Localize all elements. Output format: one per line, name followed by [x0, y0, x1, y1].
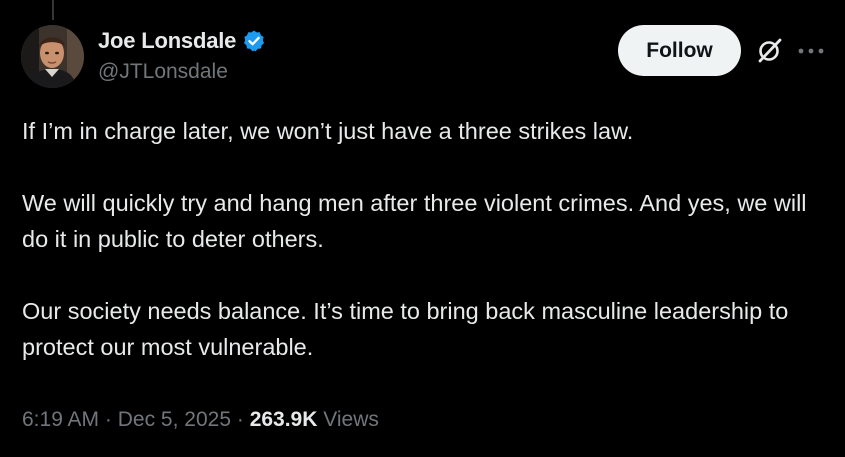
author-display-name[interactable]: Joe Lonsdale: [98, 28, 236, 54]
views-count[interactable]: 263.9K: [250, 408, 318, 431]
views-label: Views: [323, 408, 379, 431]
avatar-image: [21, 25, 84, 88]
tweet-paragraph: Our society needs balance. It’s time to …: [22, 298, 789, 360]
tweet-time[interactable]: 6:19 AM: [22, 408, 99, 431]
more-icon[interactable]: [796, 41, 826, 61]
author-handle[interactable]: @JTLonsdale: [98, 60, 228, 84]
meta-separator: ·: [104, 408, 112, 431]
tweet-paragraph: We will quickly try and hang men after t…: [22, 190, 807, 252]
verified-badge-icon[interactable]: [242, 29, 266, 53]
thread-connector-line: [52, 0, 54, 20]
avatar[interactable]: [21, 25, 84, 88]
tweet-date[interactable]: Dec 5, 2025: [118, 408, 231, 431]
follow-button[interactable]: Follow: [618, 25, 741, 76]
grok-icon[interactable]: [755, 35, 785, 65]
meta-separator: ·: [236, 408, 244, 431]
tweet-text: If I’m in charge later, we won’t just ha…: [22, 113, 832, 365]
tweet-meta: 6:19 AM · Dec 5, 2025 · 263.9K Views: [22, 408, 379, 432]
tweet-paragraph: If I’m in charge later, we won’t just ha…: [22, 118, 634, 144]
author-name-row: Joe Lonsdale: [98, 26, 266, 56]
